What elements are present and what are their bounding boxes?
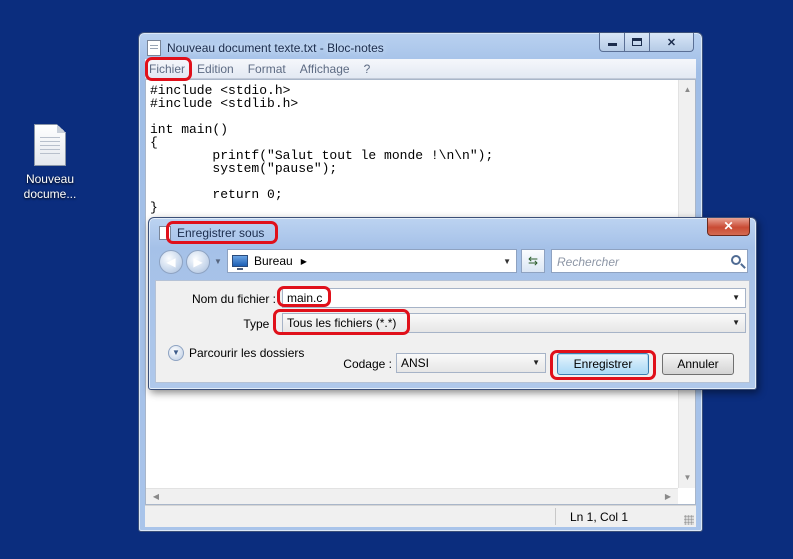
maximize-button[interactable] — [625, 33, 650, 52]
scroll-right-icon[interactable]: ▶ — [660, 489, 676, 505]
filename-input[interactable]: main.c ▼ — [282, 288, 746, 308]
encoding-label: Codage : — [343, 357, 392, 371]
desktop-icon — [232, 255, 248, 270]
forward-arrow-icon[interactable]: ▶ — [186, 250, 210, 274]
recent-locations-chevron-icon[interactable]: ▼ — [214, 257, 222, 266]
scroll-down-icon[interactable]: ▼ — [679, 470, 696, 486]
status-separator — [555, 508, 556, 525]
encoding-select[interactable]: ANSI ▼ — [396, 353, 546, 373]
search-icon[interactable] — [731, 255, 741, 265]
expand-chevron-icon[interactable]: ▼ — [168, 345, 184, 361]
type-label: Type : — [243, 317, 276, 331]
cancel-button[interactable]: Annuler — [662, 353, 734, 375]
scroll-up-icon[interactable]: ▲ — [679, 82, 696, 98]
browse-folders-toggle[interactable]: ▼ Parcourir les dossiers — [168, 345, 304, 361]
notepad-app-icon — [147, 40, 161, 56]
close-icon: ✕ — [666, 36, 677, 49]
address-location[interactable]: Bureau — [254, 254, 293, 268]
caption-buttons: ✕ — [599, 33, 694, 52]
search-placeholder[interactable]: Rechercher — [557, 255, 619, 269]
desktop-icon-label-line2: docume... — [23, 187, 77, 201]
highlight-type — [273, 309, 410, 335]
minimize-button[interactable] — [599, 33, 625, 52]
dialog-panel: Nom du fichier : main.c ▼ Type : Tous le… — [155, 280, 750, 383]
highlight-save-button — [550, 350, 656, 380]
cursor-position: Ln 1, Col 1 — [570, 510, 629, 524]
search-box[interactable]: Rechercher — [551, 249, 748, 273]
highlight-dialog-title — [166, 221, 278, 244]
type-dropdown-icon[interactable]: ▼ — [732, 318, 740, 327]
notepad-title: Nouveau document texte.txt - Bloc-notes — [167, 41, 384, 55]
menu-format[interactable]: Format — [248, 62, 286, 76]
notepad-menubar: Fichier Edition Format Affichage ? — [145, 59, 696, 79]
menu-help[interactable]: ? — [364, 62, 371, 76]
encoding-dropdown-icon[interactable]: ▼ — [532, 358, 540, 367]
address-dropdown-icon[interactable]: ▼ — [503, 257, 511, 266]
highlight-fichier — [145, 57, 192, 81]
code-content[interactable]: #include <stdio.h> #include <stdlib.h> i… — [150, 84, 493, 214]
address-bar[interactable]: Bureau ▶ ▼ — [227, 249, 517, 273]
status-bar: Ln 1, Col 1 — [145, 505, 696, 527]
breadcrumb-chevron-icon[interactable]: ▶ — [301, 257, 307, 266]
maximize-icon — [632, 38, 642, 46]
notepad-titlebar: Nouveau document texte.txt - Bloc-notes — [147, 37, 384, 59]
encoding-value[interactable]: ANSI — [401, 356, 429, 370]
filename-dropdown-icon[interactable]: ▼ — [732, 293, 740, 302]
refresh-icon: ⇆ — [527, 254, 539, 268]
desktop-file-icon[interactable]: Nouveau docume... — [18, 124, 82, 202]
dialog-close-button[interactable]: ✕ — [707, 218, 750, 236]
browse-folders-label[interactable]: Parcourir les dossiers — [189, 346, 304, 360]
text-file-icon — [34, 124, 66, 166]
highlight-filename — [277, 286, 331, 307]
close-button[interactable]: ✕ — [650, 33, 694, 52]
horizontal-scrollbar[interactable]: ◀ ▶ — [146, 488, 678, 504]
desktop-icon-label-line1: Nouveau — [25, 172, 75, 186]
close-icon: ✕ — [723, 219, 734, 233]
menu-edition[interactable]: Edition — [197, 62, 234, 76]
menu-affichage[interactable]: Affichage — [300, 62, 350, 76]
minimize-icon — [607, 43, 617, 46]
resize-grip-icon[interactable] — [684, 515, 694, 525]
filename-label: Nom du fichier : — [191, 292, 276, 306]
refresh-button[interactable]: ⇆ — [521, 249, 545, 273]
back-arrow-icon[interactable]: ◀ — [159, 250, 183, 274]
navigation-bar: ◀ ▶ ▼ Bureau ▶ ▼ ⇆ Rechercher — [157, 248, 748, 275]
scroll-left-icon[interactable]: ◀ — [148, 489, 164, 505]
